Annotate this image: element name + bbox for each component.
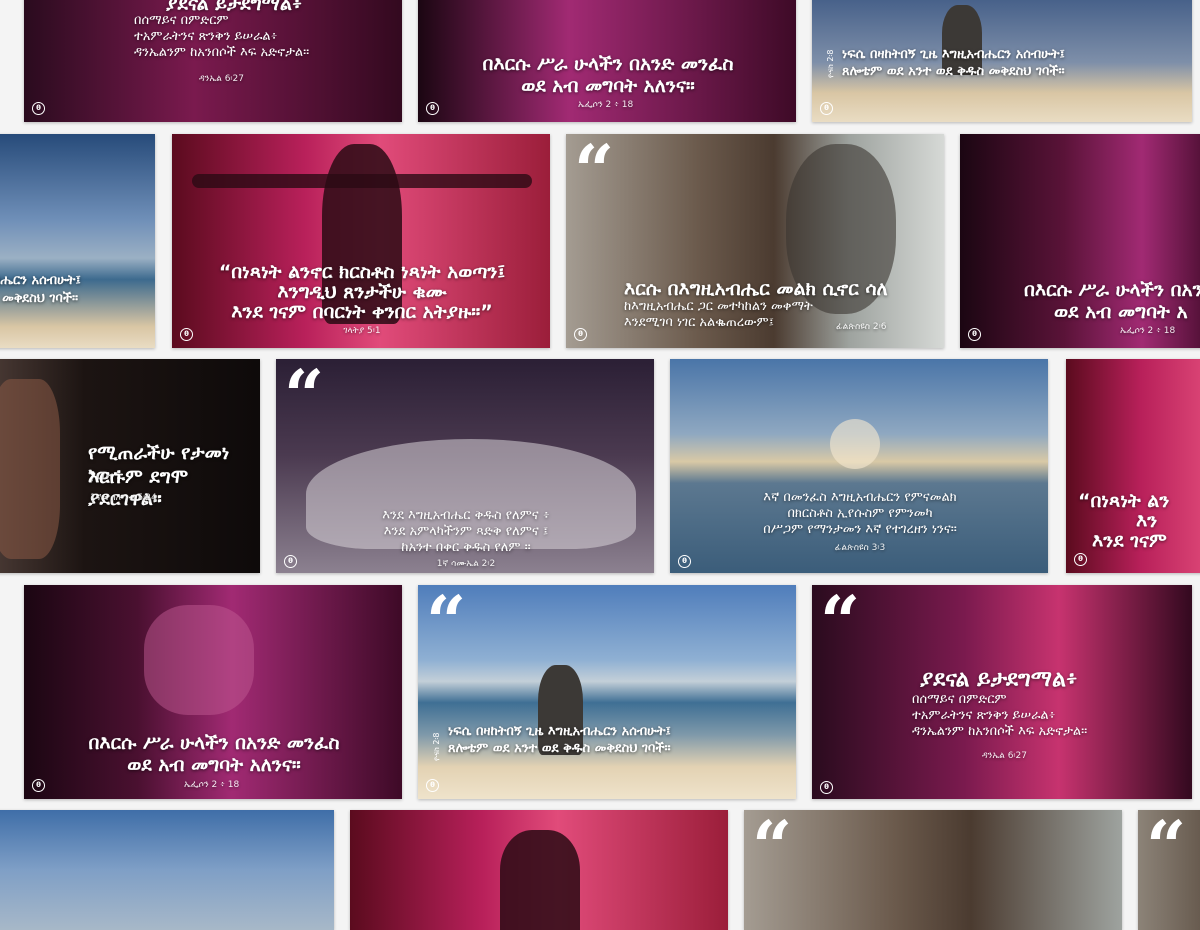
- verse-reference: ዮናስ 2፡8: [432, 732, 441, 761]
- quote-mark-icon: “: [284, 359, 325, 437]
- brand-logo-icon: θ: [180, 328, 193, 341]
- verse-line: ነፍሴ በዛከትበኝ ጊዜ እግዚአብሔርን አሰብሁት፤: [842, 47, 1065, 62]
- verse-line: ከአንተ በቀር ቅዱስ የለም ።: [401, 540, 531, 555]
- verse-reference: ኤፌሶን 2 ፥ 18: [184, 780, 240, 790]
- verse-reference: ፊልጵስዩስ 2፡6: [836, 322, 887, 332]
- verse-line: በእርሱ ሥራ ሁላችን በአንድ መንፈስ: [482, 53, 734, 75]
- card-sky-bottom[interactable]: [0, 810, 334, 930]
- card-galatians-right[interactable]: “በነጻነት ልን እን እንደ ገናም θ: [1066, 359, 1200, 573]
- card-ephesians-bottom[interactable]: በእርሱ ሥራ ሁላችን በአንድ መንፈስ ወደ አብ መግባት አለንና። …: [24, 585, 402, 799]
- verse-line: እርሱም ደግሞ ያደርገዋል።: [88, 466, 189, 510]
- verse-line: ተአምራትንና ጽንቅን ይሠራል፥: [134, 29, 278, 44]
- brand-logo-icon: θ: [1074, 553, 1087, 566]
- card-daniel-bottom[interactable]: “ ያደናል ይታደግማል፥ በሰማይና በምድርም ተአምራትንና ጽንቅን …: [812, 585, 1192, 799]
- verse-reference: ገላትያ 5፡1: [343, 326, 381, 336]
- brand-logo-icon: θ: [32, 779, 45, 792]
- card-samuel[interactable]: “ እንደ እግዚአብሔር ቅዱስ የለምና ፥ እንደ አምላካችንም ጻድቅ…: [276, 359, 654, 573]
- card-jonah-left[interactable]: ብሔርን አሰብሁት፤ ስ መቅደስህ ገባች።: [0, 134, 155, 348]
- brand-logo-icon: θ: [284, 555, 297, 568]
- verse-reference: ዮናስ 2፡8: [826, 49, 835, 78]
- verse-line: ከእግዚአብሔር ጋር መተካከልን መቀማት: [624, 299, 813, 314]
- verse-line: እንደ ገናም በባርነት ቀንበር አትያዙ።”: [231, 301, 493, 323]
- card-jonah-bottom[interactable]: “ ዮናስ 2፡8 ነፍሴ በዛከትበኝ ጊዜ እግዚአብሔርን አሰብሁት፤ …: [418, 585, 796, 799]
- brand-logo-icon: θ: [820, 102, 833, 115]
- verse-reference: ዳንኤል 6፡27: [199, 74, 244, 84]
- verse-line: በእርሱ ሥራ ሁላችን በአንድ መንፈስ: [88, 732, 340, 754]
- card-ephesians-right[interactable]: በእርሱ ሥራ ሁላችን በአን ወደ አብ መግባት አ ኤፌሶን 2 ፥ 1…: [960, 134, 1200, 348]
- card-crown-right[interactable]: “: [1138, 810, 1200, 930]
- verse-line: ጸሎቴም ወደ አንተ ወደ ቅዱስ መቅደስህ ገባች።: [448, 741, 671, 756]
- quote-mark-icon: “: [574, 134, 615, 212]
- verse-line: ዳንኤልንም ከአንበሶች እፍ አድኖታል።: [912, 724, 1088, 739]
- verse-line: እንደ አምላካችንም ጻድቅ የለምና ፤: [383, 524, 549, 539]
- verse-line: ብሔርን አሰብሁት፤: [0, 273, 81, 288]
- verse-reference: ዳንኤል 6፡27: [982, 751, 1027, 761]
- brand-logo-icon: θ: [678, 555, 691, 568]
- verse-line: ጸሎቴም ወደ አንተ ወደ ቅዱስ መቅደስህ ገባች።: [842, 64, 1065, 79]
- verse-reference: 1ኛ ሳሙኤል 2፡2: [436, 559, 496, 569]
- brand-logo-icon: θ: [426, 102, 439, 115]
- brand-logo-icon: θ: [820, 781, 833, 794]
- verse-line: እኛ በመንፈስ እግዚአብሔርን የምናመልክ: [763, 490, 957, 505]
- card-jonah-top[interactable]: ዮናስ 2፡8 ነፍሴ በዛከትበኝ ጊዜ እግዚአብሔርን አሰብሁት፤ ጸሎ…: [812, 0, 1192, 122]
- verse-line: ወደ አብ መግባት አ: [1054, 301, 1188, 323]
- card-philippians-3[interactable]: እኛ በመንፈስ እግዚአብሔርን የምናመልክ በክርስቶስ ኢየሱስም የም…: [670, 359, 1048, 573]
- verse-line: በሰማይና በምድርም: [912, 692, 1007, 707]
- card-thessalonians[interactable]: የሚጠራችሁ የታመነ ነው፥ እርሱም ደግሞ ያደርገዋል። 1ኛ ተሰሎን…: [0, 359, 260, 573]
- verse-line: እንደሚገባ ነገር አልቈጠረውም፤: [624, 315, 774, 330]
- verse-line: እርሱ በእግዚአብሔር መልክ ሲኖር ሳለ: [624, 278, 888, 300]
- card-daniel-top[interactable]: ያደናል ይታደግማል፥ በሰማይና በምድርም ተአምራትንና ጽንቅን ይሠ…: [24, 0, 402, 122]
- verse-line: ወደ አብ መግባት አለንና።: [127, 754, 301, 776]
- verse-line: በእርሱ ሥራ ሁላችን በአን: [1024, 279, 1200, 301]
- card-philippians-2[interactable]: “ እርሱ በእግዚአብሔር መልክ ሲኖር ሳለ ከእግዚአብሔር ጋር መተ…: [566, 134, 944, 348]
- verse-line: በሰማይና በምድርም: [134, 13, 229, 28]
- card-galatians-bottom[interactable]: [350, 810, 728, 930]
- verse-line: ወደ አብ መግባት አለንና።: [521, 75, 695, 97]
- card-crown-bottom[interactable]: “: [744, 810, 1122, 930]
- card-galatians[interactable]: “በነጻነት ልንኖር ክርስቶስ ነጻነት አወጣን፤ እንግዲህ ጸንታችሁ…: [172, 134, 550, 348]
- verse-line: ተአምራትንና ጽንቅን ይሠራል፥: [912, 708, 1056, 723]
- verse-line: በሥጋም የማንታመን እኛ የተገረዘን ነንና።: [763, 522, 957, 537]
- verse-line: ስ መቅደስህ ገባች።: [0, 291, 79, 306]
- card-ephesians-top[interactable]: በእርሱ ሥራ ሁላችን በአንድ መንፈስ ወደ አብ መግባት አለንና። …: [418, 0, 796, 122]
- brand-logo-icon: θ: [426, 779, 439, 792]
- quote-mark-icon: “: [820, 585, 861, 663]
- verse-title: ያደናል ይታደግማል፥: [920, 667, 1078, 692]
- brand-logo-icon: θ: [32, 102, 45, 115]
- verse-line: እንደ እግዚአብሔር ቅዱስ የለምና ፥: [382, 508, 550, 523]
- verse-line: ዳንኤልንም ከአንበሶች እፍ አድኖታል።: [134, 45, 310, 60]
- quote-mark-icon: “: [1146, 810, 1187, 888]
- verse-line: በክርስቶስ ኢየሱስም የምንመካ: [787, 506, 933, 521]
- verse-reference: ኤፌሶን 2 ፥ 18: [1120, 326, 1176, 336]
- brand-logo-icon: θ: [574, 328, 587, 341]
- verse-reference: 1ኛ ተሰሎንቄ 5፡24: [90, 493, 157, 503]
- verse-reference: ኤፌሶን 2 ፥ 18: [578, 100, 634, 110]
- verse-line: ነፍሴ በዛከትበኝ ጊዜ እግዚአብሔርን አሰብሁት፤: [448, 724, 671, 739]
- brand-logo-icon: θ: [968, 328, 981, 341]
- verse-line: እንደ ገናም: [1092, 530, 1167, 552]
- quote-mark-icon: “: [752, 810, 793, 888]
- verse-reference: ፊልጵስዩስ 3፡3: [834, 543, 886, 553]
- quote-mark-icon: “: [426, 585, 467, 663]
